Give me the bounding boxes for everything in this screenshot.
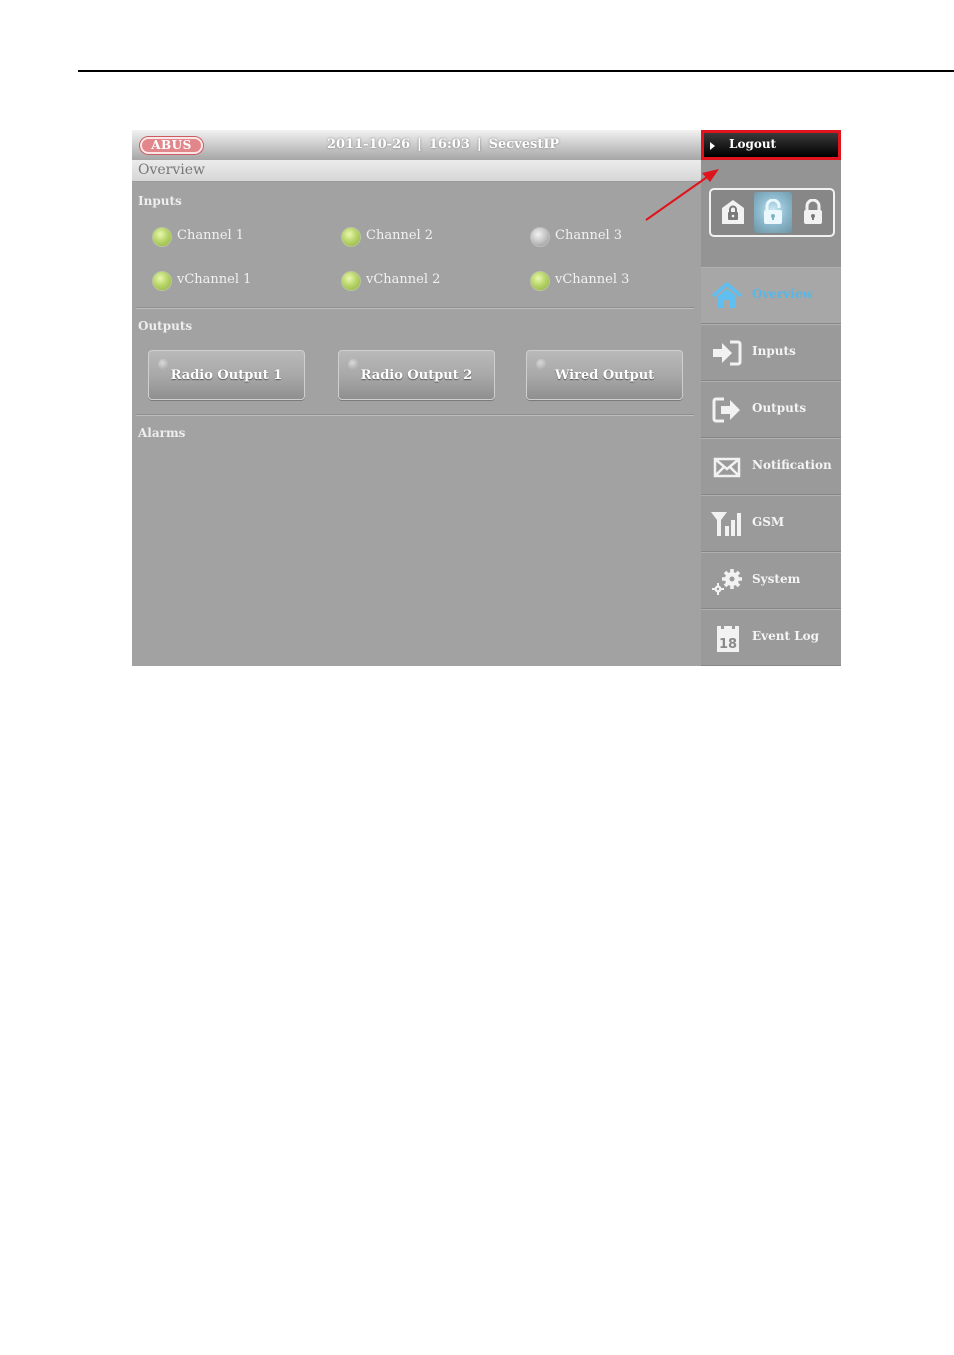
radio-output-1-button[interactable]: Radio Output 1 [148,350,305,400]
output-button-label: Radio Output 1 [170,368,283,383]
home-icon [711,282,743,308]
lock-icon [804,199,822,224]
inputs-section-label: Inputs [138,194,182,208]
logout-label: Logout [729,137,777,151]
logout-button[interactable]: Logout [701,130,841,160]
nav-label: Outputs [752,401,807,415]
wired-output-button[interactable]: Wired Output [526,350,683,400]
input-label: vChannel 1 [177,272,252,287]
status-led-icon [341,271,361,291]
lock-button[interactable] [794,192,832,233]
header-separator: | [417,137,422,152]
input-arrow-icon [713,340,742,366]
status-led-icon [530,227,550,247]
section-divider [136,307,694,309]
envelope-icon [713,457,741,478]
output-button-label: Wired Output [554,368,655,383]
input-label: Channel 3 [555,228,623,243]
nav-item-gsm[interactable]: GSM [701,495,841,552]
status-led-icon [152,271,172,291]
nav-item-inputs[interactable]: Inputs [701,324,841,381]
nav-label: System [752,572,801,586]
unlock-icon [764,199,782,224]
input-label: vChannel 2 [366,272,441,287]
nav-item-overview[interactable]: Overview [701,267,841,324]
nav-label: Overview [752,287,813,301]
status-led-icon [530,271,550,291]
header-info: 2011-10-26 | 16:03 | SecvestIP [327,137,559,152]
nav-item-outputs[interactable]: Outputs [701,381,841,438]
alarms-section-label: Alarms [138,426,186,440]
header-date: 2011-10-26 [327,137,411,152]
page-title-bar: Overview [132,160,701,182]
output-arrow-icon [712,397,740,423]
header-bar: ABUS 2011-10-26 | 16:03 | SecvestIP [132,130,701,160]
outputs-section-label: Outputs [138,319,193,333]
output-button-label: Radio Output 2 [360,368,473,383]
page-top-rule [78,70,954,72]
section-divider [136,414,694,416]
nav-item-system[interactable]: System [701,552,841,609]
status-led-icon [152,227,172,247]
status-led-icon [341,227,361,247]
calendar-icon: 18 [717,624,739,652]
input-label: Channel 2 [366,228,434,243]
page-title: Overview [138,162,206,178]
abus-logo: ABUS [140,137,203,154]
unlock-button[interactable] [754,192,792,233]
header-time: 16:03 [428,137,470,152]
header-device-name: SecvestIP [488,137,560,152]
input-label: Channel 1 [177,228,245,243]
nav-label: Event Log [752,629,820,643]
signal-icon [711,512,741,536]
nav-label: Notification [752,458,832,472]
radio-output-2-button[interactable]: Radio Output 2 [338,350,495,400]
input-label: vChannel 3 [555,272,630,287]
calendar-day-number: 18 [719,637,737,652]
nav-item-event-log[interactable]: 18 Event Log [701,609,841,666]
nav-item-notification[interactable]: Notification [701,438,841,495]
play-triangle-icon [710,142,715,150]
red-annotation-arrow-icon [645,169,719,221]
nav-label: Inputs [752,344,796,358]
secvest-app-window: ABUS 2011-10-26 | 16:03 | SecvestIP Overview… [132,130,841,666]
nav-label: GSM [752,515,785,529]
header-separator: | [476,137,482,152]
gears-icon [712,569,742,595]
